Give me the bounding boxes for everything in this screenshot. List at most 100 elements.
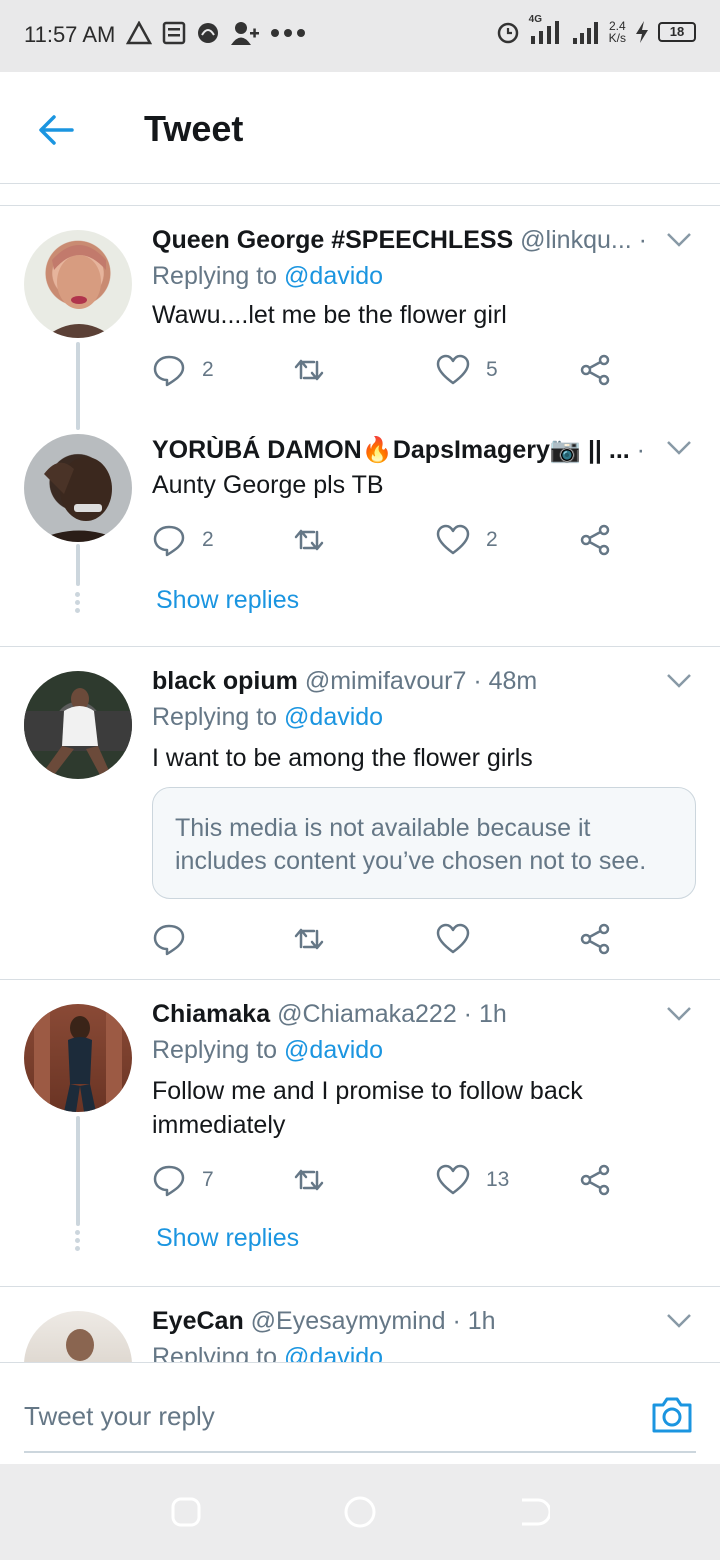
reply-icon — [153, 1165, 185, 1197]
avatar[interactable] — [24, 1311, 132, 1362]
thread-line — [76, 1116, 80, 1226]
tweet-actions: 2 5 — [152, 350, 632, 390]
tweet-item[interactable]: Chiamaka @Chiamaka222 · 1h Replying to @… — [0, 980, 720, 1286]
replying-to: Replying to @davido — [152, 703, 384, 731]
camera-icon[interactable] — [650, 1393, 694, 1437]
retweet-button[interactable] — [292, 350, 326, 390]
show-replies-link[interactable]: Show replies — [156, 586, 299, 615]
retweet-icon — [294, 1169, 324, 1191]
reply-count: 7 — [202, 1168, 214, 1191]
chevron-down-icon[interactable] — [666, 440, 692, 456]
reply-input[interactable]: Tweet your reply — [24, 1401, 215, 1432]
reply-button[interactable]: 2 — [152, 520, 214, 560]
reply-count: 2 — [202, 358, 214, 381]
author-handle[interactable]: @Chiamaka222 — [277, 1000, 457, 1028]
heart-icon — [436, 1164, 470, 1195]
recents-icon[interactable] — [168, 1494, 204, 1530]
retweet-button[interactable] — [292, 919, 326, 959]
status-time: 11:57 AM — [24, 22, 116, 47]
author-handle[interactable]: @linkqu... — [520, 226, 632, 254]
tweet-meta: Chiamaka @Chiamaka222 · 1h — [152, 1000, 650, 1029]
retweet-icon — [294, 359, 324, 381]
tweet-time: · 1h — [638, 226, 650, 254]
share-button[interactable] — [578, 520, 612, 560]
tweet-item[interactable]: YORÙBÁ DAMON🔥DapsImagery📷 || ... · 1h Au… — [0, 422, 720, 646]
avatar[interactable] — [24, 434, 132, 542]
signal-icon — [572, 22, 598, 44]
author-name[interactable]: Chiamaka — [152, 1000, 270, 1028]
tweet-meta: YORÙBÁ DAMON🔥DapsImagery📷 || ... · 1h — [152, 436, 650, 465]
thread-dots — [75, 1230, 81, 1254]
avatar[interactable] — [24, 671, 132, 779]
reply-button[interactable] — [152, 919, 202, 959]
media-unavailable-notice: This media is not available because it i… — [152, 787, 696, 899]
tweet-text: I want to be among the flower girls — [152, 744, 533, 772]
reply-input-underline — [24, 1451, 696, 1453]
alert-icon — [126, 21, 152, 45]
avatar[interactable] — [24, 1004, 132, 1112]
heart-icon — [436, 524, 470, 555]
signal-icon: 4G — [529, 14, 563, 46]
tweet-text: Wawu....let me be the flower girl — [152, 301, 507, 329]
share-icon — [580, 354, 610, 386]
replying-to-link[interactable]: @davido — [284, 262, 383, 290]
top-app-bar: Tweet — [0, 72, 720, 184]
tweet-actions: 2 2 — [152, 520, 632, 560]
show-replies-link[interactable]: Show replies — [156, 1224, 299, 1253]
like-button[interactable]: 13 — [436, 1160, 509, 1200]
share-button[interactable] — [578, 350, 612, 390]
author-name[interactable]: Queen George #SPEECHLESS — [152, 226, 513, 254]
reply-count: 2 — [202, 528, 214, 551]
retweet-button[interactable] — [292, 1160, 326, 1200]
replying-to-link[interactable]: @davido — [284, 1343, 383, 1362]
system-nav-bar — [0, 1464, 720, 1560]
chevron-down-icon[interactable] — [666, 1313, 692, 1329]
back-arrow-icon[interactable] — [34, 108, 78, 152]
back-icon[interactable] — [514, 1494, 550, 1530]
home-icon[interactable] — [342, 1494, 378, 1530]
network-speed: 2.4 K/s — [608, 19, 626, 45]
tweet-time: · 1h — [452, 1307, 496, 1335]
thread-line — [76, 544, 80, 586]
reply-icon — [153, 355, 185, 387]
author-name[interactable]: black opium — [152, 667, 298, 695]
share-icon — [580, 524, 610, 556]
avatar[interactable] — [24, 230, 132, 338]
author-handle[interactable]: @Eyesaymymind — [251, 1307, 446, 1335]
page-title: Tweet — [144, 108, 244, 149]
author-name[interactable]: YORÙBÁ DAMON🔥DapsImagery📷 || ... — [152, 436, 630, 464]
charging-icon — [636, 21, 648, 43]
like-count: 13 — [486, 1168, 510, 1191]
tweet-item[interactable]: EyeCan @Eyesaymymind · 1h Replying to @d… — [0, 1287, 720, 1362]
message-icon — [162, 21, 186, 45]
like-button[interactable]: 2 — [436, 520, 498, 560]
tweet-text: Follow me and I promise to follow back i… — [152, 1077, 583, 1139]
replying-to-link[interactable]: @davido — [284, 703, 383, 731]
tweet-actions: 7 13 — [152, 1160, 632, 1200]
share-button[interactable] — [578, 919, 612, 959]
tweet-item[interactable]: Queen George #SPEECHLESS @linkqu... · 1h… — [0, 206, 720, 430]
replying-to: Replying to @davido — [152, 262, 384, 290]
chevron-down-icon[interactable] — [666, 1006, 692, 1022]
chevron-down-icon[interactable] — [666, 673, 692, 689]
headset-icon — [198, 23, 218, 43]
share-button[interactable] — [578, 1160, 612, 1200]
reply-icon — [153, 924, 185, 956]
retweet-button[interactable] — [292, 520, 326, 560]
author-handle[interactable]: @mimifavour7 — [305, 667, 467, 695]
alarm-icon — [497, 22, 518, 44]
chevron-down-icon[interactable] — [666, 232, 692, 248]
reply-button[interactable]: 2 — [152, 350, 214, 390]
reply-button[interactable]: 7 — [152, 1160, 214, 1200]
like-button[interactable]: 5 — [436, 350, 498, 390]
tweet-meta: black opium @mimifavour7 · 48m — [152, 667, 650, 696]
battery-indicator: 18 — [658, 22, 696, 42]
retweet-icon — [294, 928, 324, 950]
tweet-time: · 1h — [463, 1000, 507, 1028]
author-name[interactable]: EyeCan — [152, 1307, 244, 1335]
tweet-item[interactable]: black opium @mimifavour7 · 48m Replying … — [0, 647, 720, 979]
add-user-icon — [231, 22, 259, 45]
share-icon — [580, 1164, 610, 1196]
replying-to-link[interactable]: @davido — [284, 1036, 383, 1064]
like-button[interactable] — [436, 919, 486, 959]
